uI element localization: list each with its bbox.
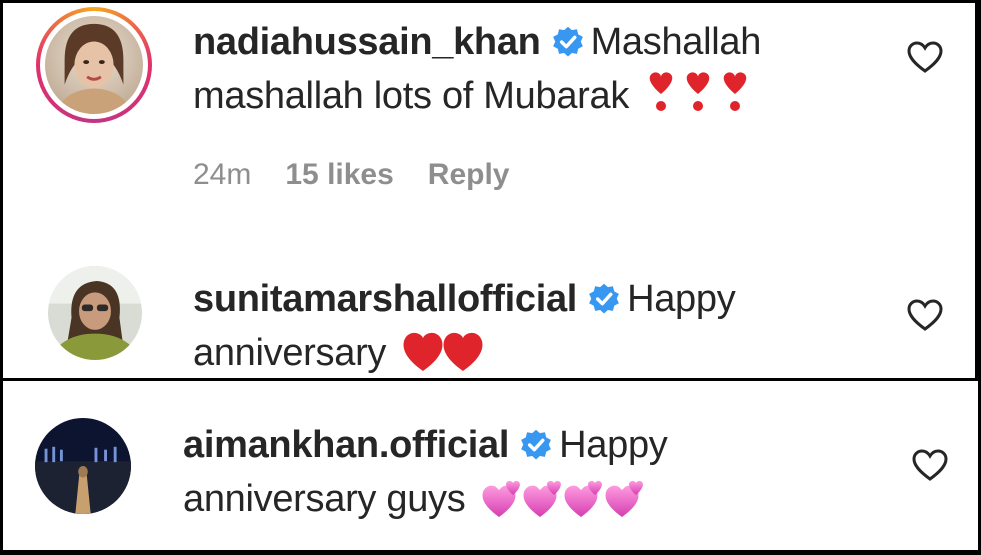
comment-text-line2: anniversary xyxy=(193,332,387,374)
red-heart-exclamation-icon xyxy=(643,70,755,131)
comment-text-line1: Happy xyxy=(559,424,668,466)
timestamp: 24m xyxy=(193,158,252,191)
reply-button[interactable]: Reply xyxy=(428,158,510,192)
revolving-hearts-icon xyxy=(479,475,649,534)
comment-text-line1: Happy xyxy=(627,278,736,320)
verified-badge-icon xyxy=(521,429,552,460)
comment-3-text: aimankhan.official Happy anniversary guys xyxy=(183,418,668,534)
avatar-image xyxy=(35,418,131,514)
heart-outline-icon[interactable] xyxy=(906,298,944,332)
heart-outline-icon[interactable] xyxy=(906,40,944,74)
comment-text-line2: anniversary guys xyxy=(183,478,466,520)
verified-badge-icon xyxy=(589,283,619,314)
avatar-aimankhan-official[interactable] xyxy=(35,418,131,514)
comment-2-text: sunitamarshallofficial Happy anniversary xyxy=(193,272,736,388)
comment-text-line1: Mashallah xyxy=(590,21,762,63)
username[interactable]: sunitamarshallofficial xyxy=(193,278,577,320)
avatar-image xyxy=(48,266,142,360)
likes-count[interactable]: 15 likes xyxy=(285,158,393,192)
comment-1-meta: 24m 15 likes Reply xyxy=(193,158,510,192)
username[interactable]: aimankhan.official xyxy=(183,424,509,466)
comment-1-text: nadiahussain_khan Mashallah mashallah lot… xyxy=(193,15,761,131)
avatar-sunitamarshallofficial[interactable] xyxy=(48,266,142,360)
avatar-nadiahussain-khan[interactable] xyxy=(45,16,143,114)
avatar-image xyxy=(45,16,143,114)
heart-outline-icon[interactable] xyxy=(911,448,949,482)
comment-text-line2: mashallah lots of Mubarak xyxy=(193,75,630,117)
red-heart-icon xyxy=(400,329,490,388)
comments-panel-top: nadiahussain_khan Mashallah mashallah lot… xyxy=(3,3,975,378)
username[interactable]: nadiahussain_khan xyxy=(193,21,541,63)
comments-panel-bottom: aimankhan.official Happy anniversary guys xyxy=(3,381,978,550)
verified-badge-icon xyxy=(552,26,583,57)
